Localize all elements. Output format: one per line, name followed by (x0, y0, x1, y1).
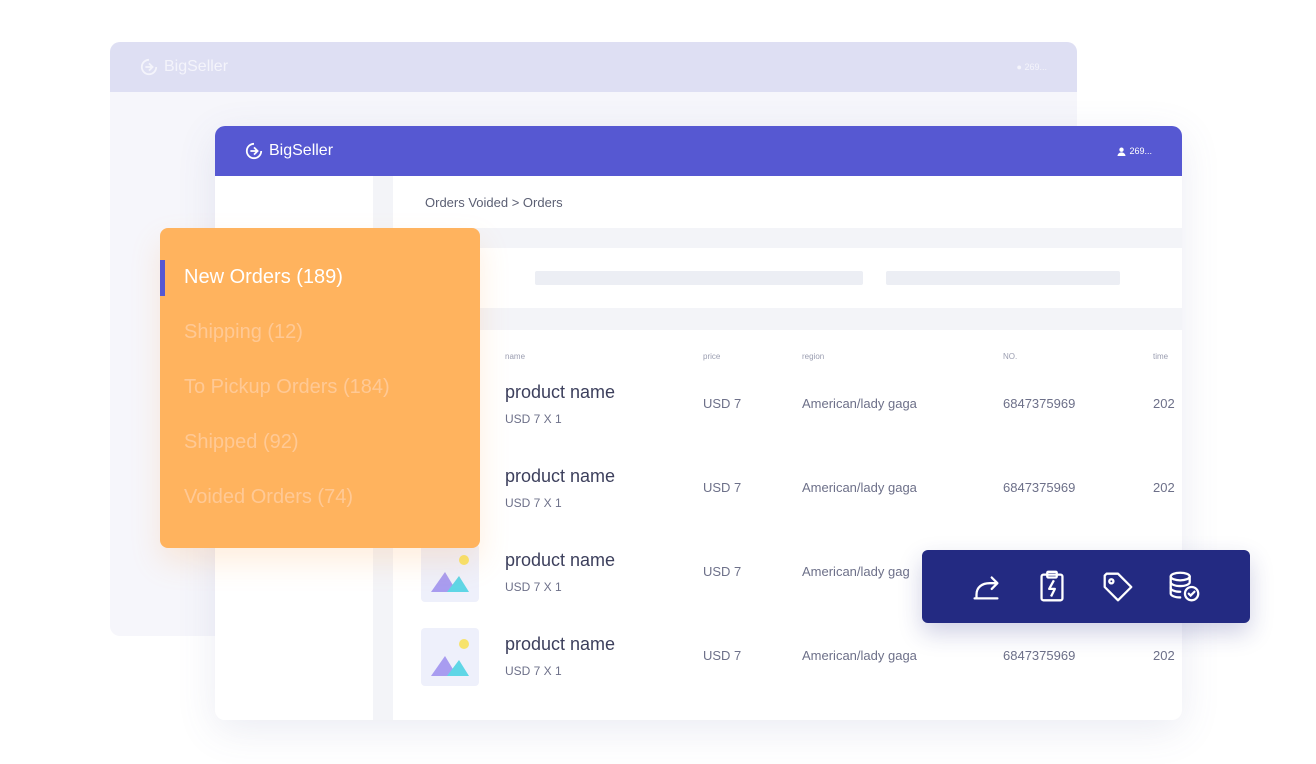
table-row[interactable]: product name USD 7 X 1 USD 7 American/la… (393, 624, 1182, 708)
share-button[interactable] (966, 567, 1006, 607)
orders-table: name price region NO. time product name … (393, 330, 1182, 720)
user-label: 269... (1129, 146, 1152, 156)
breadcrumb-text[interactable]: Orders Voided > Orders (425, 195, 563, 210)
product-name[interactable]: product name (505, 382, 615, 403)
share-icon (973, 575, 999, 600)
tag-button[interactable] (1098, 567, 1138, 607)
column-header-name: name (505, 352, 526, 361)
status-voided[interactable]: Voided Orders (74) (184, 486, 353, 509)
product-sub: USD 7 X 1 (505, 496, 562, 510)
price-cell: USD 7 (703, 648, 742, 663)
product-sub: USD 7 X 1 (505, 412, 562, 426)
bigseller-logo-icon (245, 142, 263, 160)
image-placeholder-icon (431, 555, 469, 592)
status-new-orders[interactable]: New Orders (189) (184, 266, 343, 289)
app-logo[interactable]: BigSeller (245, 142, 333, 160)
bulk-action-bar (922, 550, 1250, 623)
region-cell: American/lady gaga (802, 648, 917, 663)
order-status-menu: New Orders (189) Shipping (12) To Pickup… (160, 228, 480, 548)
table-row[interactable]: product name USD 7 X 1 USD 7 American/la… (393, 372, 1182, 456)
background-user: ● 269... (1016, 62, 1047, 72)
region-cell: American/lady gaga (802, 480, 917, 495)
product-thumbnail[interactable] (421, 544, 479, 602)
filter-field-2[interactable] (886, 271, 1120, 285)
background-user-label: 269... (1024, 62, 1047, 72)
bigseller-logo-icon (140, 58, 158, 76)
brand-name: BigSeller (269, 142, 334, 159)
region-cell: American/lady gag (802, 564, 910, 579)
time-cell: 202 (1153, 648, 1175, 663)
status-shipping[interactable]: Shipping (12) (184, 321, 303, 344)
column-header-time: time (1153, 352, 1169, 361)
price-cell: USD 7 (703, 396, 742, 411)
order-no-cell: 6847375969 (1003, 648, 1076, 663)
clipboard-bolt-icon (1040, 570, 1064, 601)
background-window-header: BigSeller ● 269... (110, 42, 1077, 92)
time-cell: 202 (1153, 396, 1175, 411)
status-shipped[interactable]: Shipped (92) (184, 431, 299, 454)
price-cell: USD 7 (703, 480, 742, 495)
stage: BigSeller ● 269... BigSeller 269... Orde… (0, 0, 1316, 764)
user-icon (1117, 147, 1127, 156)
region-cell: American/lady gaga (802, 396, 917, 411)
filter-bar (393, 248, 1182, 308)
tag-icon (1103, 572, 1133, 601)
active-indicator (160, 260, 165, 296)
clipboard-action-button[interactable] (1032, 567, 1072, 607)
column-header-no: NO. (1003, 352, 1018, 361)
breadcrumb: Orders Voided > Orders (393, 176, 1182, 228)
order-no-cell: 6847375969 (1003, 480, 1076, 495)
product-sub: USD 7 X 1 (505, 580, 562, 594)
main-content: Orders Voided > Orders name price region… (393, 176, 1182, 720)
status-to-pickup[interactable]: To Pickup Orders (184) (184, 376, 390, 399)
coins-button[interactable] (1164, 567, 1204, 607)
price-cell: USD 7 (703, 564, 742, 579)
product-name[interactable]: product name (505, 466, 615, 487)
user-menu[interactable]: 269... (1117, 146, 1152, 156)
coins-check-icon (1169, 571, 1200, 601)
filter-field-1[interactable] (535, 271, 863, 285)
order-no-cell: 6847375969 (1003, 396, 1076, 411)
app-header: BigSeller 269... (215, 126, 1182, 176)
product-name[interactable]: product name (505, 550, 615, 571)
background-brand: BigSeller (164, 58, 229, 75)
product-sub: USD 7 X 1 (505, 664, 562, 678)
column-header-region: region (802, 352, 825, 361)
table-row[interactable]: product name USD 7 X 1 USD 7 American/la… (393, 456, 1182, 540)
background-logo: BigSeller (140, 58, 228, 76)
column-header-price: price (703, 352, 721, 361)
product-name[interactable]: product name (505, 634, 615, 655)
time-cell: 202 (1153, 480, 1175, 495)
image-placeholder-icon (431, 639, 469, 676)
product-thumbnail[interactable] (421, 628, 479, 686)
